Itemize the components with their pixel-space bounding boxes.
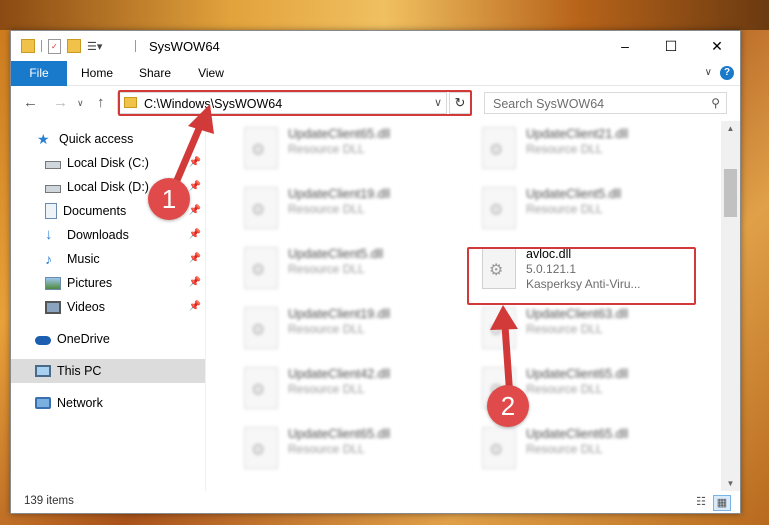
annotation-arrows <box>168 104 518 402</box>
arrow-2-head <box>490 305 518 330</box>
step-badge-2: 2 <box>487 385 529 427</box>
arrow-1-head <box>188 104 214 134</box>
step-badge-1: 1 <box>148 178 190 220</box>
